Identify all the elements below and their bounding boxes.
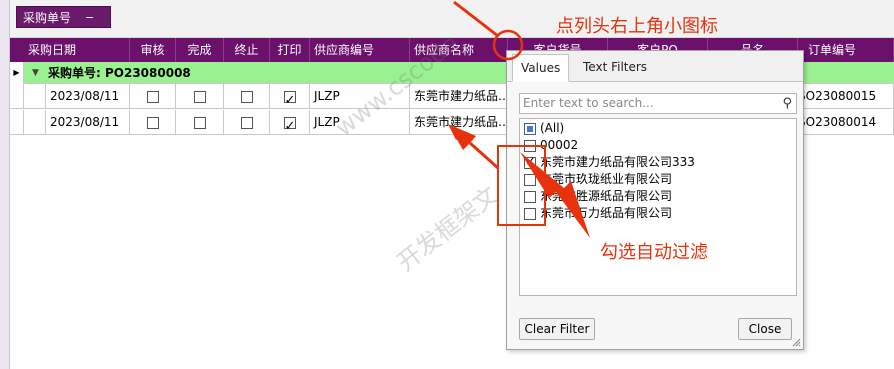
cell-order-no: SO23080015 — [798, 84, 894, 109]
row-indicator — [10, 110, 24, 135]
cell-stop[interactable] — [224, 110, 270, 135]
filter-item-label: 东莞市万力纸品有限公司 — [540, 206, 673, 220]
cell-supplier-name: 东莞市建力纸品… — [410, 84, 516, 109]
filter-checkbox[interactable] — [524, 207, 536, 220]
filter-item[interactable]: 00002 — [524, 137, 578, 154]
row-indicator-icon: ▶ — [10, 62, 24, 84]
row-indicator — [10, 84, 24, 109]
filter-value-list: (All) 00002 东莞市建力纸品有限公司333 东莞市玖珑纸业有限公司 东… — [519, 118, 797, 296]
screenshot-canvas: 采购单号 − 采购日期 审核 完成 终止 打印 供应商编号 供应商名称 客户货号… — [0, 0, 894, 369]
clear-filter-button[interactable]: Clear Filter — [519, 318, 595, 340]
tab-text-filters[interactable]: Text Filters — [575, 54, 655, 82]
cell-audit[interactable] — [130, 84, 176, 109]
filter-item-label: 00002 — [540, 138, 579, 152]
column-header-supplier-code[interactable]: 供应商编号 — [310, 38, 410, 62]
cell-audit[interactable] — [130, 110, 176, 135]
filter-checkbox[interactable] — [524, 154, 536, 171]
column-header-audit[interactable]: 审核 — [130, 38, 176, 62]
column-header-order-no[interactable]: 订单编号 — [798, 38, 894, 62]
filter-checkbox[interactable] — [524, 190, 536, 203]
group-chip-label: 采购单号 — [23, 10, 72, 25]
done-checkbox[interactable] — [193, 116, 206, 129]
annotation-top-text: 点列头右上角小图标 — [556, 16, 718, 37]
filter-item[interactable]: 东莞市玖珑纸业有限公司 — [524, 171, 672, 188]
filter-item-all[interactable]: (All) — [524, 120, 564, 137]
stop-checkbox[interactable] — [240, 90, 253, 103]
search-icon: ⚲ — [782, 96, 792, 111]
filter-checkbox[interactable] — [524, 139, 536, 152]
audit-checkbox[interactable] — [146, 90, 159, 103]
cell-stop[interactable] — [224, 84, 270, 109]
cell-print[interactable] — [270, 84, 310, 109]
filter-checkbox[interactable] — [524, 173, 536, 186]
close-button[interactable]: Close — [738, 318, 792, 340]
stop-checkbox[interactable] — [240, 116, 253, 129]
cell-supplier-name: 东莞市建力纸品… — [410, 110, 516, 135]
cell-date: 2023/08/11 — [46, 110, 130, 135]
audit-checkbox[interactable] — [146, 116, 159, 129]
column-header-date[interactable]: 采购日期 — [10, 38, 130, 62]
filter-item-label: 东莞市建力纸品有限公司333 — [540, 155, 695, 169]
filter-item-label: 东莞市胜源纸品有限公司 — [540, 189, 673, 203]
filter-item[interactable]: 东莞市胜源纸品有限公司 — [524, 188, 672, 205]
column-header-stop[interactable]: 终止 — [224, 38, 270, 62]
filter-item[interactable]: 东莞市万力纸品有限公司 — [524, 205, 672, 222]
print-checkbox[interactable] — [283, 114, 296, 135]
group-row-label: 采购单号: PO23080008 — [48, 66, 191, 80]
column-header-print[interactable]: 打印 — [270, 38, 310, 62]
column-header-done[interactable]: 完成 — [176, 38, 224, 62]
done-checkbox[interactable] — [193, 90, 206, 103]
group-chip-purchase-no[interactable]: 采购单号 − — [16, 6, 111, 28]
grid-left-edge — [0, 0, 10, 369]
filter-search-input[interactable]: Enter text to search... ⚲ — [519, 93, 797, 114]
annotation-bottom-text: 勾选自动过滤 — [600, 242, 708, 263]
remove-group-icon[interactable]: − — [85, 11, 94, 24]
filter-item-label: 东莞市玖珑纸业有限公司 — [540, 172, 673, 186]
cell-date: 2023/08/11 — [46, 84, 130, 109]
filter-item[interactable]: 东莞市建力纸品有限公司333 — [524, 154, 695, 171]
watermark-line2: 开发框架文 — [391, 180, 504, 277]
resize-grip-icon[interactable] — [791, 337, 801, 347]
filter-item-label: (All) — [540, 121, 565, 135]
collapse-chevron-icon[interactable]: ▼ — [32, 62, 39, 84]
search-placeholder: Enter text to search... — [523, 96, 654, 110]
tab-values[interactable]: Values — [512, 54, 570, 82]
filter-checkbox[interactable] — [524, 122, 536, 135]
cell-done[interactable] — [176, 84, 224, 109]
print-checkbox[interactable] — [283, 88, 296, 109]
filter-tabbar: Values Text Filters — [507, 51, 803, 82]
row-indent — [24, 110, 46, 135]
cell-done[interactable] — [176, 110, 224, 135]
cell-order-no: SO23080014 — [798, 110, 894, 135]
group-by-panel: 采购单号 − — [10, 0, 894, 38]
filter-popup: Values Text Filters Enter text to search… — [506, 50, 804, 350]
cell-print[interactable] — [270, 110, 310, 135]
row-indent — [24, 84, 46, 109]
